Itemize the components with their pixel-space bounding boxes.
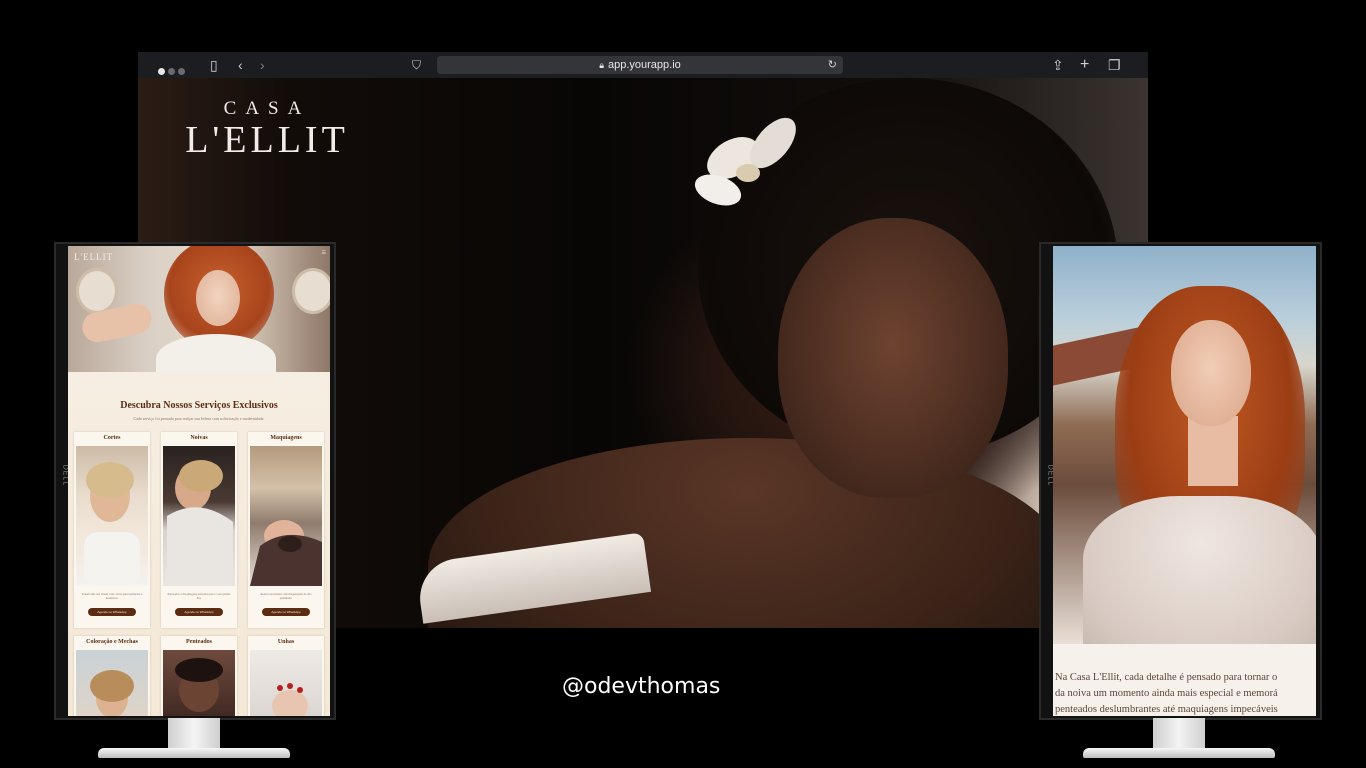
shield-icon[interactable]: ⛉ (412, 57, 421, 73)
card-title: Noivas (190, 435, 208, 441)
left-monitor-base (98, 748, 290, 758)
card-description: Realce sua beleza com maquiagens de alta… (260, 592, 312, 600)
new-tab-icon[interactable]: + (1080, 57, 1089, 73)
back-icon[interactable]: ‹ (238, 57, 243, 73)
orchid-icon (694, 117, 796, 206)
whatsapp-button[interactable]: Agende no WhatsApp (262, 608, 310, 616)
share-icon[interactable]: ⇪ (1052, 57, 1064, 73)
logo-lellit: L'ELLIT (185, 119, 349, 161)
mini-logo[interactable]: L'ELLIT (74, 252, 113, 262)
lock-icon: 🔒︎ (599, 60, 604, 70)
whatsapp-button[interactable]: Agende no WhatsApp (88, 608, 136, 616)
url-bar[interactable]: 🔒︎ app.yourapp.io ↻ (437, 56, 843, 74)
card-image (163, 446, 235, 586)
forward-icon[interactable]: › (260, 57, 265, 73)
service-card-unhas: Unhas (248, 636, 324, 716)
reload-icon[interactable]: ↻ (828, 56, 837, 74)
hairstyle-photo (175, 658, 223, 712)
right-monitor-base (1083, 748, 1275, 758)
about-paragraph: Na Casa L'Ellit, cada detalhe é pensado … (1055, 670, 1316, 716)
browser-toolbar: ▯ ‹ › ⛉ 🔒︎ app.yourapp.io ↻ ⇪ + ❐ (138, 52, 1148, 78)
services-section: Descubra Nossos Serviços Exclusivos Cada… (68, 372, 330, 716)
service-card-coloracao: Coloração e Mechas (74, 636, 150, 716)
service-card-noivas: Noivas Penteados e maquiagens pensados p… (161, 432, 237, 628)
bride-face (1171, 320, 1251, 426)
salon-hero-image: L'ELLIT ☰ (68, 246, 330, 372)
mirror-shape (76, 268, 118, 314)
card-image (76, 446, 148, 586)
bride-dress (1083, 496, 1316, 644)
model-face (196, 270, 240, 326)
service-card-maquiagens: Maquiagens Realce sua beleza com maquiag… (248, 432, 324, 628)
services-title: Descubra Nossos Serviços Exclusivos (120, 400, 278, 411)
sidebar-icon[interactable]: ▯ (210, 57, 218, 73)
right-monitor-screen: Na Casa L'Ellit, cada detalhe é pensado … (1053, 246, 1316, 716)
color-photo (90, 670, 134, 716)
logo-casa: CASA (223, 98, 311, 119)
services-subtitle: Cada serviço foi pensado para realçar su… (133, 416, 265, 421)
about-line: penteados deslumbrantes até maquiagens i… (1055, 704, 1278, 715)
window-dot-zoom[interactable] (178, 68, 185, 75)
mirror-shape (292, 268, 330, 314)
card-image (250, 446, 322, 586)
card-title: Coloração e Mechas (86, 639, 138, 645)
card-image (250, 650, 322, 716)
author-handle: @odevthomas (562, 674, 721, 699)
card-description: Penteados e maquiagens pensados para o s… (167, 592, 231, 600)
nails-photo (272, 683, 308, 716)
tabs-overview-icon[interactable]: ❐ (1108, 57, 1121, 73)
service-card-penteados: Penteados (161, 636, 237, 716)
window-dot-minimize[interactable] (168, 68, 175, 75)
about-line: Na Casa L'Ellit, cada detalhe é pensado … (1055, 672, 1278, 683)
card-title: Penteados (186, 639, 212, 645)
left-monitor: DELL L'ELLIT ☰ Descubra Nossos Serviços … (54, 242, 336, 720)
card-title: Cortes (103, 435, 121, 441)
left-monitor-screen: L'ELLIT ☰ Descubra Nossos Serviços Exclu… (68, 246, 330, 716)
service-card-cortes: Cortes Transforme seu visual com cortes … (74, 432, 150, 628)
right-monitor-stand (1153, 718, 1205, 752)
card-description: Transforme seu visual com cortes persona… (81, 592, 143, 600)
bride-photo (167, 460, 233, 586)
right-monitor: DELL Na Casa L'Ellit, cada detalhe é pen… (1039, 242, 1322, 720)
card-image (163, 650, 235, 716)
makeup-photo (250, 520, 322, 586)
model-shirt (156, 334, 276, 372)
mini-nav-icon[interactable]: ☰ (322, 250, 326, 256)
cut-photo (84, 462, 140, 586)
about-line: da noiva um momento ainda mais especial … (1055, 688, 1278, 699)
left-monitor-stand (168, 718, 220, 752)
card-title: Maquiagens (270, 435, 302, 441)
bride-neck (1188, 416, 1238, 486)
card-title: Unhas (277, 639, 295, 645)
whatsapp-button[interactable]: Agende no WhatsApp (175, 608, 223, 616)
hero-face (778, 218, 1008, 498)
url-text: app.yourapp.io (608, 59, 681, 71)
card-image (76, 650, 148, 716)
bride-portrait-image (1053, 246, 1316, 644)
window-dot-close[interactable] (158, 68, 165, 75)
site-logo[interactable]: CASA L'ELLIT (182, 98, 352, 160)
